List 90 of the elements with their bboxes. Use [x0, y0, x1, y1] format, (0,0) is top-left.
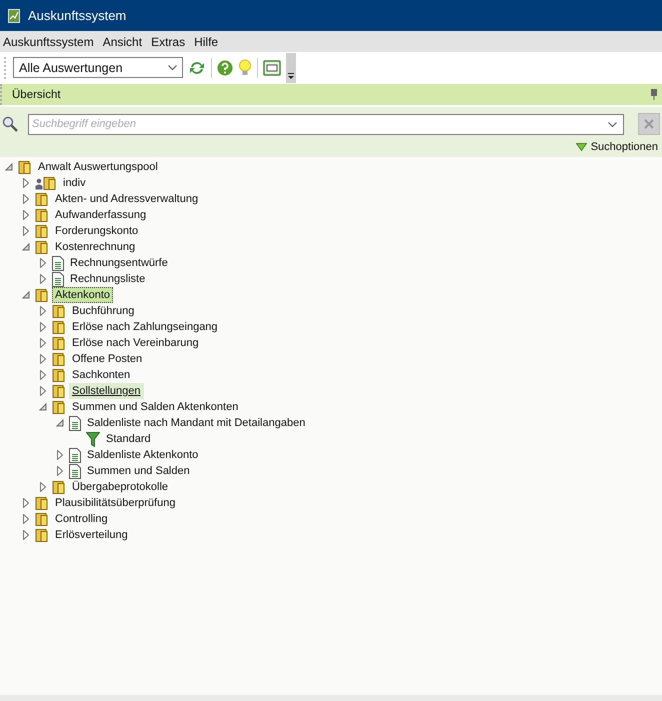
expand-arrow-icon[interactable]	[23, 178, 29, 188]
folder-icon	[35, 192, 49, 206]
expand-arrow-icon[interactable]	[57, 466, 63, 476]
folder-icon	[35, 512, 49, 526]
folder-icon	[52, 336, 66, 350]
expand-arrow-icon[interactable]	[23, 530, 29, 540]
collapse-arrow-icon[interactable]	[39, 403, 47, 411]
menu-item[interactable]: Auskunftssystem	[3, 34, 94, 48]
tree-item[interactable]: Saldenliste nach Mandant mit Detailangaben	[84, 415, 308, 431]
tree-item[interactable]: Kostenrechnung	[52, 239, 138, 255]
collapse-arrow-icon[interactable]	[56, 419, 64, 427]
tree-item[interactable]: Sachkonten	[69, 367, 134, 383]
tree-item[interactable]: Übergabeprotokolle	[69, 479, 172, 495]
folder-icon	[52, 352, 66, 366]
chevron-down-icon	[608, 122, 617, 128]
tree-item[interactable]: Rechnungsliste	[67, 271, 148, 287]
chevron-down-icon	[168, 64, 177, 70]
caret-down-icon	[576, 143, 587, 151]
help-icon[interactable]	[217, 60, 233, 76]
tree-item[interactable]: Erlösverteilung	[52, 527, 131, 543]
search-options-toggle[interactable]: Suchoptionen	[576, 141, 658, 153]
tree-item[interactable]: Aktenkonto	[52, 287, 114, 303]
search-icon	[2, 116, 18, 132]
menu-item[interactable]: Extras	[151, 34, 186, 48]
filter-icon	[86, 432, 100, 446]
expand-arrow-icon[interactable]	[23, 194, 29, 204]
folder-icon	[52, 384, 66, 398]
tree-item[interactable]: Saldenliste Aktenkonto	[84, 447, 202, 463]
document-icon	[69, 416, 81, 430]
overflow-icon[interactable]	[286, 53, 296, 83]
document-icon	[69, 448, 81, 462]
expand-arrow-icon[interactable]	[23, 498, 29, 508]
close-icon	[644, 119, 654, 129]
document-icon	[52, 272, 64, 286]
tree-item[interactable]: Rechnungsentwürfe	[67, 255, 171, 271]
expand-arrow-icon[interactable]	[40, 386, 46, 396]
expand-arrow-icon[interactable]	[40, 306, 46, 316]
folder-icon	[35, 208, 49, 222]
view-select[interactable]: Alle Auswertungen	[13, 57, 183, 78]
folder-icon	[35, 496, 49, 510]
collapse-arrow-icon[interactable]	[22, 291, 30, 299]
expand-arrow-icon[interactable]	[40, 322, 46, 332]
tree-item[interactable]: Erlöse nach Zahlungseingang	[69, 319, 221, 335]
document-icon	[69, 464, 81, 478]
folder-icon	[35, 224, 49, 238]
folder-icon	[52, 304, 66, 318]
tree-item[interactable]: Sollstellungen	[69, 383, 144, 399]
menu-item[interactable]: Ansicht	[102, 34, 142, 48]
tree-item[interactable]: Akten- und Adressverwaltung	[52, 191, 202, 207]
tree-item[interactable]: indiv	[60, 175, 89, 191]
document-icon	[52, 256, 64, 270]
collapse-arrow-icon[interactable]	[5, 163, 13, 171]
expand-arrow-icon[interactable]	[40, 338, 46, 348]
tree-item[interactable]: Controlling	[52, 511, 111, 527]
expand-arrow-icon[interactable]	[57, 450, 63, 460]
folder-icon	[35, 240, 49, 254]
tree-item[interactable]: Summen und Salden	[84, 463, 193, 479]
expand-arrow-icon[interactable]	[23, 226, 29, 236]
folder-icon	[52, 400, 66, 414]
folder-icon	[35, 528, 49, 542]
user-folder-icon	[35, 176, 57, 190]
tree-item[interactable]: Forderungskonto	[52, 223, 142, 239]
app-icon	[8, 8, 20, 22]
tree-item[interactable]: Offene Posten	[69, 351, 146, 367]
pin-icon[interactable]	[650, 89, 658, 100]
folder-icon	[52, 320, 66, 334]
lightbulb-icon[interactable]	[238, 58, 252, 76]
expand-arrow-icon[interactable]	[40, 258, 46, 268]
tree-item[interactable]: Plausibilitätsüberprüfung	[52, 495, 178, 511]
expand-arrow-icon[interactable]	[23, 210, 29, 220]
window-title: Auskunftssystem	[28, 8, 126, 23]
tree-item[interactable]: Summen und Salden Aktenkonten	[69, 399, 242, 415]
search-field[interactable]: Suchbegriff eingeben	[28, 114, 624, 134]
collapse-arrow-icon[interactable]	[22, 243, 30, 251]
menu-item[interactable]: Hilfe	[194, 34, 218, 48]
expand-arrow-icon[interactable]	[40, 274, 46, 284]
tree-item[interactable]: Aufwanderfassung	[52, 207, 150, 223]
folder-icon	[18, 160, 32, 174]
tree-item[interactable]: Standard	[103, 431, 154, 447]
tree-item[interactable]: Anwalt Auswertungspool	[35, 159, 161, 175]
tree-item[interactable]: Erlöse nach Vereinbarung	[69, 335, 202, 351]
expand-arrow-icon[interactable]	[40, 482, 46, 492]
expand-arrow-icon[interactable]	[40, 370, 46, 380]
expand-arrow-icon[interactable]	[23, 514, 29, 524]
expand-arrow-icon[interactable]	[40, 354, 46, 364]
folder-icon	[52, 368, 66, 382]
panel-title: Übersicht	[12, 88, 61, 100]
folder-icon	[35, 288, 49, 302]
folder-icon	[52, 480, 66, 494]
tree-item[interactable]: Buchführung	[69, 303, 138, 319]
